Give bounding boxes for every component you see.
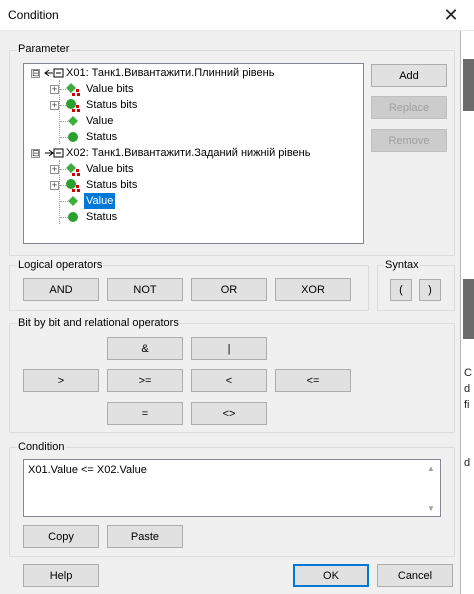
paste-button[interactable]: Paste (107, 525, 183, 548)
tree-node-x02[interactable]: ⊟ X02: Танк1.Вивантажити.Заданий нижній … (24, 145, 363, 161)
bitwise-or-button[interactable]: | (191, 337, 267, 360)
tree-node-status-bits[interactable]: + Status bits (24, 177, 363, 193)
syntax-label: Syntax (384, 259, 420, 271)
expand-icon[interactable]: + (50, 85, 59, 94)
help-button[interactable]: Help (23, 564, 99, 587)
value-diamond-icon (68, 116, 78, 126)
scroll-down-icon[interactable]: ▼ (427, 504, 435, 513)
status-circle-icon (68, 132, 78, 142)
background-text: d (464, 457, 471, 469)
background-text: C (464, 367, 472, 379)
tree-node-label: X02: Танк1.Вивантажити.Заданий нижній рі… (66, 147, 311, 159)
tree-node-label: Status (86, 211, 118, 223)
value-diamond-icon (68, 196, 78, 206)
less-than-button[interactable]: < (191, 369, 267, 392)
tree-connector (60, 137, 68, 138)
title-bar: Condition ✕ (0, 0, 474, 31)
not-button[interactable]: NOT (107, 278, 183, 301)
tree-node-label: Value bits (86, 83, 134, 95)
tree-connector (60, 201, 68, 202)
replace-button[interactable]: Replace (371, 96, 447, 119)
tree-node-label: Value (86, 115, 114, 127)
collapse-icon[interactable]: ⊟ (31, 69, 40, 78)
xor-button[interactable]: XOR (275, 278, 351, 301)
tree-node-label: Value (84, 193, 116, 209)
close-paren-button[interactable]: ) (419, 279, 441, 301)
cancel-button[interactable]: Cancel (377, 564, 453, 587)
condition-scrollbar[interactable]: ▲ ▼ (423, 460, 440, 516)
tree-node-x01[interactable]: ⊟ X01: Танк1.Вивантажити.Плинний рівень (24, 65, 363, 81)
collapse-icon[interactable]: ⊟ (31, 149, 40, 158)
background-dark-strip (463, 279, 474, 339)
condition-expression: X01.Value <= X02.Value (28, 464, 147, 476)
tree-node-label: Value bits (86, 163, 134, 175)
tree-node-status[interactable]: Status (24, 209, 363, 225)
logical-operators-label: Logical operators (17, 259, 104, 271)
expand-icon[interactable]: + (50, 181, 59, 190)
parameter-tree[interactable]: ⊟ X01: Танк1.Вивантажити.Плинний рівень … (23, 63, 364, 244)
and-button[interactable]: AND (23, 278, 99, 301)
tree-node-status-bits[interactable]: + Status bits (24, 97, 363, 113)
variable-link-icon (45, 148, 64, 158)
not-equal-button[interactable]: <> (191, 402, 267, 425)
close-icon[interactable]: ✕ (428, 0, 474, 31)
tree-node-label: Status (86, 131, 118, 143)
tree-node-status[interactable]: Status (24, 129, 363, 145)
background-text: fi (464, 399, 470, 411)
window-title: Condition (8, 8, 59, 22)
expand-icon[interactable]: + (50, 101, 59, 110)
bitwise-and-button[interactable]: & (107, 337, 183, 360)
status-circle-icon (68, 212, 78, 222)
tree-node-label: Status bits (86, 179, 138, 191)
add-button[interactable]: Add (371, 64, 447, 87)
equal-button[interactable]: = (107, 402, 183, 425)
tree-node-label: Status bits (86, 99, 138, 111)
status-bits-icon (66, 99, 80, 112)
value-bits-icon (66, 163, 80, 176)
less-equal-button[interactable]: <= (275, 369, 351, 392)
condition-label: Condition (17, 441, 66, 453)
tree-node-value-selected[interactable]: Value (24, 193, 363, 209)
tree-node-value[interactable]: Value (24, 113, 363, 129)
status-bits-icon (66, 179, 80, 192)
condition-textarea[interactable]: X01.Value <= X02.Value ▲ ▼ (23, 459, 441, 517)
syntax-group (377, 265, 455, 311)
value-bits-icon (66, 83, 80, 96)
open-paren-button[interactable]: ( (390, 279, 412, 301)
remove-button[interactable]: Remove (371, 129, 447, 152)
or-button[interactable]: OR (191, 278, 267, 301)
tree-node-label: X01: Танк1.Вивантажити.Плинний рівень (66, 67, 275, 79)
scroll-up-icon[interactable]: ▲ (427, 464, 435, 473)
greater-equal-button[interactable]: >= (107, 369, 183, 392)
greater-than-button[interactable]: > (23, 369, 99, 392)
copy-button[interactable]: Copy (23, 525, 99, 548)
background-dark-strip (463, 59, 474, 111)
tree-node-value-bits[interactable]: + Value bits (24, 161, 363, 177)
background-text: d (464, 383, 471, 395)
expand-icon[interactable]: + (50, 165, 59, 174)
bitwise-relational-label: Bit by bit and relational operators (17, 317, 180, 329)
ok-button[interactable]: OK (293, 564, 369, 587)
background-window-edge: C d fi d (460, 31, 474, 594)
tree-node-value-bits[interactable]: + Value bits (24, 81, 363, 97)
variable-link-icon (44, 68, 64, 78)
tree-connector (60, 121, 68, 122)
parameter-group-label: Parameter (17, 43, 71, 55)
tree-connector (60, 217, 68, 218)
